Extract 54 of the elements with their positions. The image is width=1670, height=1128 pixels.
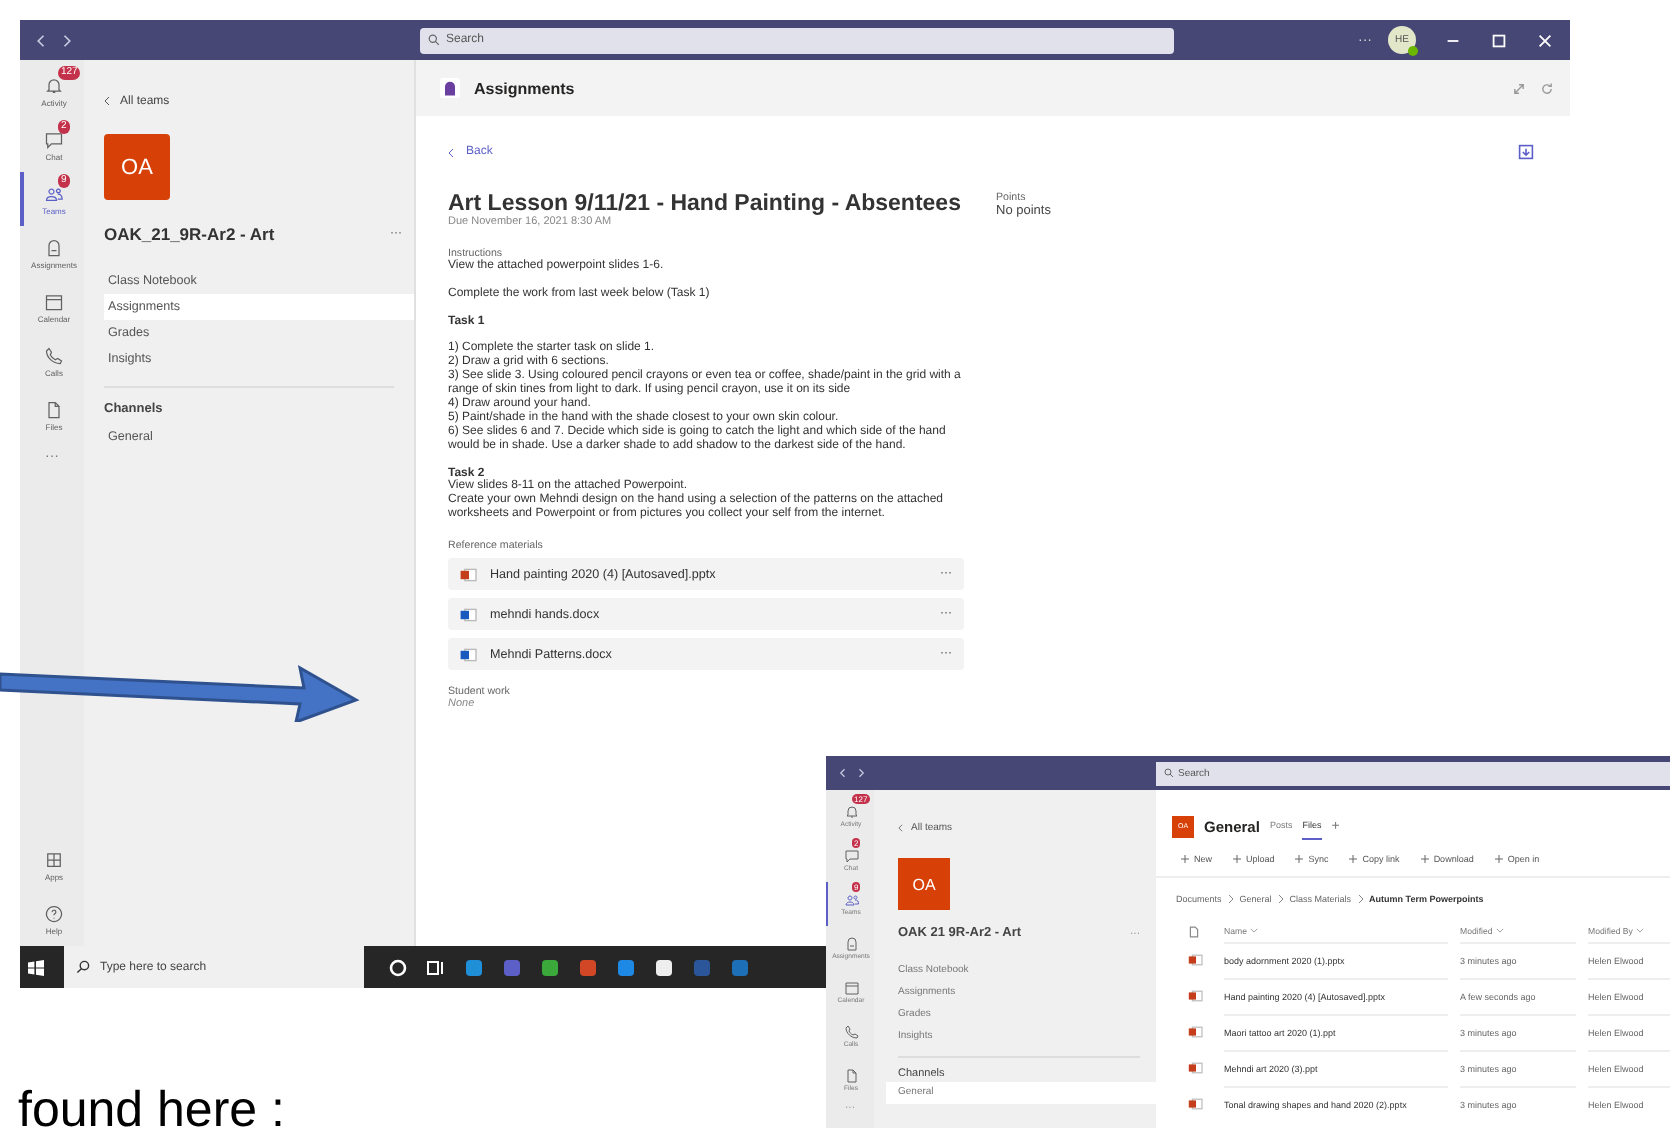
assignment-title: Art Lesson 9/11/21 - Hand Painting - Absentees xyxy=(448,192,963,216)
powerpoint-file-icon xyxy=(460,567,478,581)
chevron-down-icon xyxy=(1636,928,1645,934)
file-type-icon xyxy=(1188,925,1200,937)
app-title: Assignments xyxy=(474,79,575,97)
backpack-icon xyxy=(440,78,460,98)
powerpoint-file-icon xyxy=(1188,990,1204,1002)
bell-icon xyxy=(44,75,64,95)
search-icon xyxy=(428,34,440,46)
phone-icon xyxy=(44,345,64,365)
file-icon xyxy=(44,399,64,419)
back-forward-icon[interactable] xyxy=(36,33,72,47)
team-avatar: OA xyxy=(104,134,170,200)
expand-icon[interactable] xyxy=(1512,81,1526,95)
file-icon xyxy=(843,1068,859,1084)
calendar-icon xyxy=(44,291,64,311)
chat-icon xyxy=(843,848,859,864)
task-view-icon[interactable] xyxy=(425,957,445,977)
windows-start-icon[interactable] xyxy=(28,959,44,975)
maximize-icon[interactable] xyxy=(1490,31,1508,49)
apps-icon xyxy=(44,849,64,869)
chevron-left-icon xyxy=(448,147,454,157)
close-icon[interactable] xyxy=(1536,31,1554,49)
cortana-icon[interactable] xyxy=(387,957,407,977)
plus-icon xyxy=(1180,854,1190,864)
bell-icon xyxy=(843,804,859,820)
people-icon xyxy=(44,183,64,203)
powerpoint-file-icon xyxy=(1188,1098,1204,1110)
chevron-icon xyxy=(1357,894,1364,904)
chevron-down-icon xyxy=(1250,928,1259,934)
chat-icon xyxy=(44,129,64,149)
people-icon xyxy=(843,892,859,908)
backpack-icon xyxy=(44,237,64,257)
team-name: OAK_21_9R-Ar2 - Art xyxy=(104,224,275,244)
backpack-icon xyxy=(843,936,859,952)
search-icon xyxy=(1164,768,1174,778)
chevron-icon xyxy=(1227,894,1234,904)
chevron-left-icon xyxy=(104,96,110,106)
export-icon[interactable] xyxy=(1518,144,1534,160)
team-avatar: OA xyxy=(898,858,950,910)
word-file-icon xyxy=(460,647,478,661)
search-icon xyxy=(76,960,90,974)
chevron-icon xyxy=(1277,894,1284,904)
powerpoint-file-icon xyxy=(1188,1026,1204,1038)
chevron-down-icon xyxy=(1496,928,1505,934)
help-icon xyxy=(44,903,64,923)
chevron-left-icon xyxy=(898,824,903,832)
powerpoint-file-icon xyxy=(1188,954,1204,966)
calendar-icon xyxy=(843,980,859,996)
back-forward-icon[interactable] xyxy=(838,768,866,778)
powerpoint-file-icon xyxy=(1188,1062,1204,1074)
phone-icon xyxy=(843,1024,859,1040)
word-file-icon xyxy=(460,607,478,621)
caption-text: found here : xyxy=(18,1082,285,1128)
